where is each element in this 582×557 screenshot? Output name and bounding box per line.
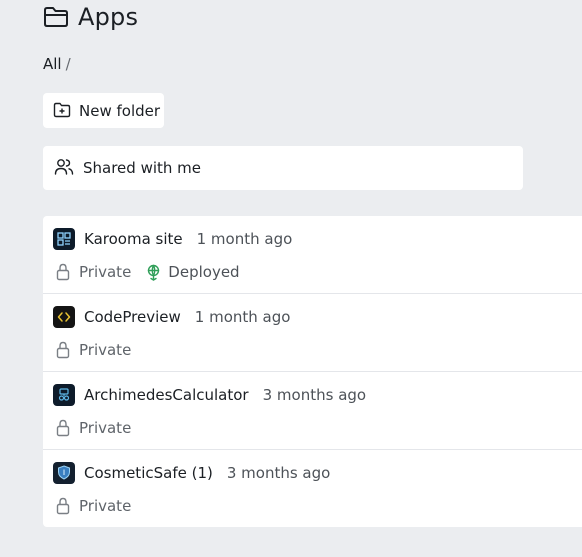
app-item-karooma-site[interactable]: Karooma site 1 month ago Private Deploye… [43, 216, 582, 294]
app-visibility: Private [79, 419, 132, 437]
users-icon [54, 158, 74, 178]
breadcrumb: All / [43, 55, 71, 73]
layout-grid-icon [53, 227, 75, 250]
app-updated-time: 1 month ago [194, 307, 291, 326]
app-name: CosmeticSafe (1) [84, 463, 213, 482]
deploy-status-label: Deployed [168, 263, 240, 281]
breadcrumb-root[interactable]: All [43, 55, 62, 73]
deploy-status: Deployed [145, 263, 240, 281]
shared-with-me-folder[interactable]: Shared with me [43, 146, 523, 190]
shield-icon [53, 461, 75, 484]
breadcrumb-separator: / [65, 55, 71, 73]
app-name: ArchimedesCalculator [84, 385, 249, 404]
app-updated-time: 1 month ago [196, 229, 293, 248]
folder-icon [43, 4, 69, 30]
page-title: Apps [78, 3, 139, 31]
lock-icon [56, 263, 70, 281]
deployed-icon [145, 264, 162, 281]
app-visibility: Private [79, 341, 132, 359]
new-folder-label: New folder [79, 101, 161, 120]
app-item-codepreview[interactable]: CodePreview 1 month ago Private [43, 294, 582, 372]
app-updated-time: 3 months ago [226, 463, 331, 482]
code-icon [53, 305, 75, 328]
app-list: Karooma site 1 month ago Private Deploye… [43, 216, 582, 527]
app-item-archimedescalculator[interactable]: ArchimedesCalculator 3 months ago Privat… [43, 372, 582, 450]
lock-icon [56, 419, 70, 437]
lock-icon [56, 497, 70, 515]
app-name: CodePreview [84, 307, 181, 326]
app-visibility: Private [79, 497, 132, 515]
calculator-icon [53, 383, 75, 406]
shared-with-me-label: Shared with me [83, 159, 202, 177]
app-updated-time: 3 months ago [262, 385, 367, 404]
page-header: Apps [43, 0, 138, 34]
folder-plus-icon [53, 102, 71, 120]
app-name: Karooma site [84, 229, 183, 248]
app-visibility: Private [79, 263, 132, 281]
lock-icon [56, 341, 70, 359]
new-folder-button[interactable]: New folder [43, 93, 164, 128]
app-item-cosmeticsafe[interactable]: CosmeticSafe (1) 3 months ago Private [43, 450, 582, 527]
